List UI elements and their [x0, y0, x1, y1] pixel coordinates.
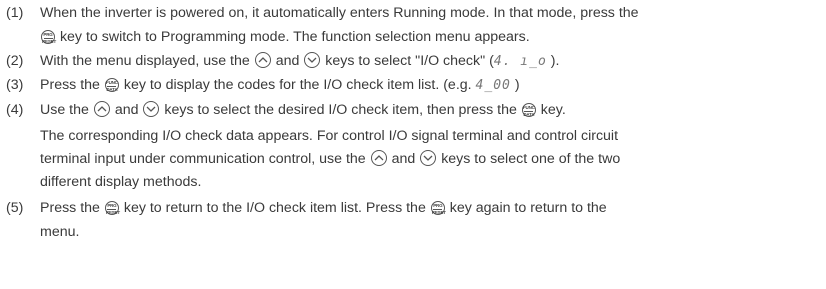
step-text: key to display the codes for the I/O che… [123, 77, 472, 93]
step-text: key again to return to the [449, 200, 607, 216]
step-5-cont: menu. [40, 224, 80, 240]
step-text: keys to select the desired I/O check ite… [164, 102, 517, 118]
step-text: With the menu displayed, use the [40, 53, 250, 69]
step-4-para-3: different display methods. [40, 174, 202, 190]
prg-reset-key-icon: PRG RESET [430, 201, 446, 215]
step-text: Use the [40, 102, 89, 118]
step-text: keys to select one of the two [441, 151, 621, 167]
step-1-cont: PRG RESET key to switch to Programming mo… [40, 28, 530, 46]
step-4-para-2: terminal input under communication contr… [40, 150, 620, 168]
down-arrow-key-icon [420, 150, 437, 166]
step-text: Press the [40, 200, 100, 216]
lcd-display-code: 4. ı_o [493, 54, 547, 69]
step-text: When the inverter is powered on, it auto… [40, 5, 639, 21]
step-text: and [391, 151, 416, 167]
step-text: terminal input under communication contr… [40, 151, 366, 167]
step-number: (1) [6, 5, 24, 21]
lcd-display-code: 4_00 [475, 78, 511, 93]
step-number: (5) [6, 200, 24, 216]
step-text: and [275, 53, 300, 69]
step-text: ) [514, 77, 520, 93]
func-data-key-icon: FUNC DATA [521, 103, 536, 117]
down-arrow-key-icon [143, 101, 160, 117]
down-arrow-key-icon [304, 52, 321, 68]
prg-reset-key-icon: PRG RESET [104, 201, 120, 215]
step-text: and [114, 102, 139, 118]
func-data-key-icon: FUNC DATA [104, 78, 119, 92]
step-4-para-1: The corresponding I/O check data appears… [40, 128, 619, 144]
step-number: (4) [6, 102, 24, 118]
step-text: key to return to the I/O check item list… [123, 200, 426, 216]
step-text: key to switch to Programming mode. The f… [59, 29, 530, 45]
up-arrow-key-icon [370, 150, 387, 166]
up-arrow-key-icon [93, 101, 110, 117]
prg-reset-key-icon: PRG RESET [41, 30, 57, 44]
step-text: ). [550, 53, 560, 69]
step-text: Press the [40, 77, 100, 93]
step-text: key. [540, 102, 566, 118]
step-number: (2) [6, 53, 24, 69]
up-arrow-key-icon [254, 52, 271, 68]
step-text: keys to select "I/O check" ( [325, 53, 494, 69]
step-number: (3) [6, 77, 24, 93]
